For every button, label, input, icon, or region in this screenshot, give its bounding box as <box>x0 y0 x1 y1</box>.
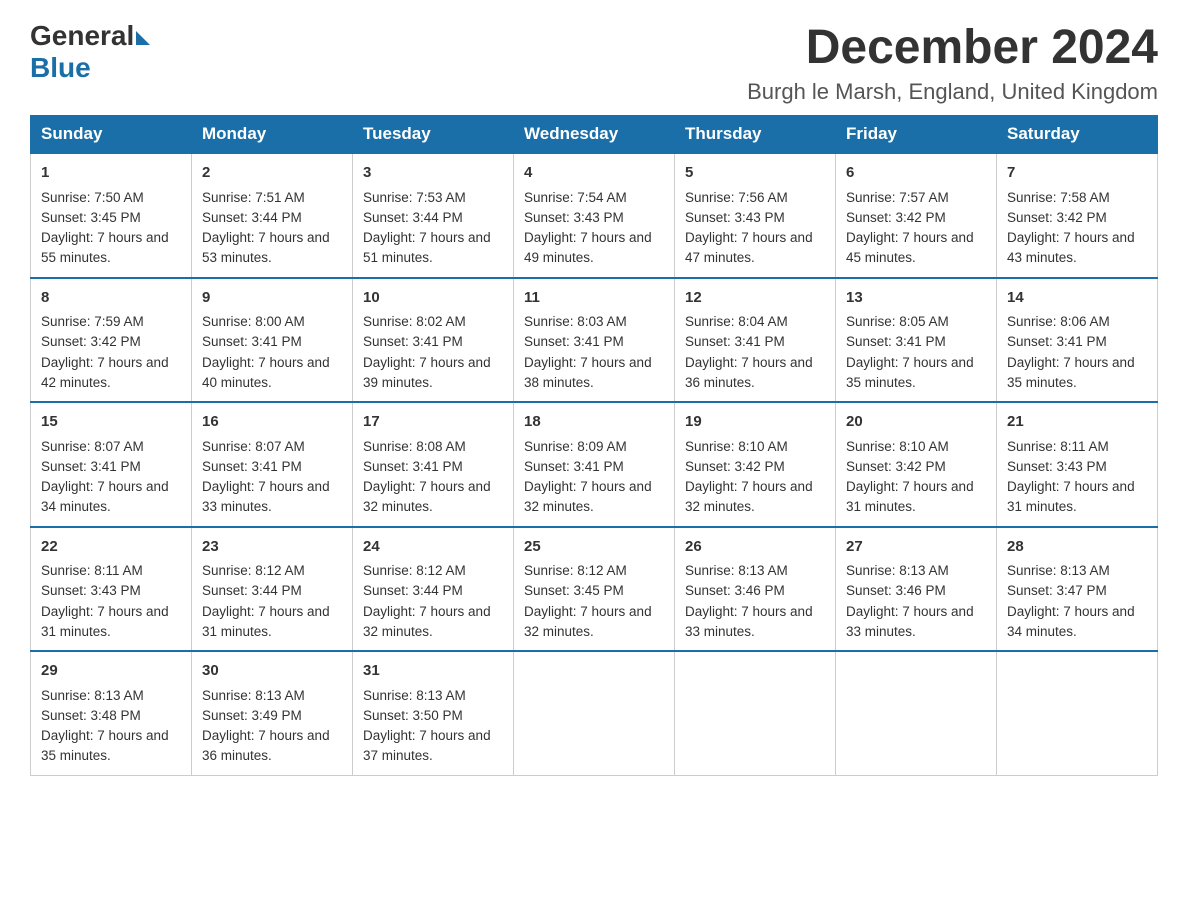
logo-general-text: General <box>30 20 134 52</box>
calendar-week-row: 1Sunrise: 7:50 AMSunset: 3:45 PMDaylight… <box>31 153 1158 278</box>
calendar-cell: 18Sunrise: 8:09 AMSunset: 3:41 PMDayligh… <box>514 402 675 527</box>
day-number: 18 <box>524 411 664 434</box>
calendar-cell: 3Sunrise: 7:53 AMSunset: 3:44 PMDaylight… <box>353 153 514 278</box>
calendar-cell <box>836 651 997 775</box>
calendar-cell: 29Sunrise: 8:13 AMSunset: 3:48 PMDayligh… <box>31 651 192 775</box>
day-number: 25 <box>524 536 664 559</box>
day-number: 24 <box>363 536 503 559</box>
day-number: 7 <box>1007 162 1147 185</box>
calendar-cell: 27Sunrise: 8:13 AMSunset: 3:46 PMDayligh… <box>836 527 997 652</box>
day-header-saturday: Saturday <box>997 116 1158 154</box>
calendar-cell: 13Sunrise: 8:05 AMSunset: 3:41 PMDayligh… <box>836 278 997 403</box>
calendar-week-row: 22Sunrise: 8:11 AMSunset: 3:43 PMDayligh… <box>31 527 1158 652</box>
day-header-wednesday: Wednesday <box>514 116 675 154</box>
day-number: 15 <box>41 411 181 434</box>
logo-arrow-icon <box>136 31 150 45</box>
day-number: 21 <box>1007 411 1147 434</box>
calendar-cell: 17Sunrise: 8:08 AMSunset: 3:41 PMDayligh… <box>353 402 514 527</box>
day-number: 8 <box>41 287 181 310</box>
calendar-cell: 14Sunrise: 8:06 AMSunset: 3:41 PMDayligh… <box>997 278 1158 403</box>
calendar-cell: 31Sunrise: 8:13 AMSunset: 3:50 PMDayligh… <box>353 651 514 775</box>
page-header: General Blue December 2024 Burgh le Mars… <box>30 20 1158 105</box>
calendar-cell: 15Sunrise: 8:07 AMSunset: 3:41 PMDayligh… <box>31 402 192 527</box>
calendar-cell: 16Sunrise: 8:07 AMSunset: 3:41 PMDayligh… <box>192 402 353 527</box>
day-number: 16 <box>202 411 342 434</box>
day-number: 27 <box>846 536 986 559</box>
day-number: 3 <box>363 162 503 185</box>
month-title: December 2024 <box>747 20 1158 75</box>
calendar-cell <box>675 651 836 775</box>
calendar-cell: 8Sunrise: 7:59 AMSunset: 3:42 PMDaylight… <box>31 278 192 403</box>
day-number: 10 <box>363 287 503 310</box>
day-number: 28 <box>1007 536 1147 559</box>
calendar-cell: 10Sunrise: 8:02 AMSunset: 3:41 PMDayligh… <box>353 278 514 403</box>
title-section: December 2024 Burgh le Marsh, England, U… <box>747 20 1158 105</box>
calendar-cell: 7Sunrise: 7:58 AMSunset: 3:42 PMDaylight… <box>997 153 1158 278</box>
calendar-cell: 28Sunrise: 8:13 AMSunset: 3:47 PMDayligh… <box>997 527 1158 652</box>
calendar-cell: 30Sunrise: 8:13 AMSunset: 3:49 PMDayligh… <box>192 651 353 775</box>
day-number: 2 <box>202 162 342 185</box>
day-number: 14 <box>1007 287 1147 310</box>
day-number: 29 <box>41 660 181 683</box>
day-number: 19 <box>685 411 825 434</box>
calendar-cell: 26Sunrise: 8:13 AMSunset: 3:46 PMDayligh… <box>675 527 836 652</box>
calendar-table: SundayMondayTuesdayWednesdayThursdayFrid… <box>30 115 1158 776</box>
location-title: Burgh le Marsh, England, United Kingdom <box>747 79 1158 105</box>
day-number: 17 <box>363 411 503 434</box>
calendar-cell: 9Sunrise: 8:00 AMSunset: 3:41 PMDaylight… <box>192 278 353 403</box>
calendar-week-row: 15Sunrise: 8:07 AMSunset: 3:41 PMDayligh… <box>31 402 1158 527</box>
day-number: 1 <box>41 162 181 185</box>
calendar-cell: 12Sunrise: 8:04 AMSunset: 3:41 PMDayligh… <box>675 278 836 403</box>
day-number: 26 <box>685 536 825 559</box>
day-number: 22 <box>41 536 181 559</box>
calendar-cell: 24Sunrise: 8:12 AMSunset: 3:44 PMDayligh… <box>353 527 514 652</box>
calendar-cell: 23Sunrise: 8:12 AMSunset: 3:44 PMDayligh… <box>192 527 353 652</box>
calendar-cell: 1Sunrise: 7:50 AMSunset: 3:45 PMDaylight… <box>31 153 192 278</box>
day-number: 11 <box>524 287 664 310</box>
calendar-cell: 19Sunrise: 8:10 AMSunset: 3:42 PMDayligh… <box>675 402 836 527</box>
day-number: 9 <box>202 287 342 310</box>
day-number: 5 <box>685 162 825 185</box>
day-header-sunday: Sunday <box>31 116 192 154</box>
day-header-thursday: Thursday <box>675 116 836 154</box>
calendar-cell <box>514 651 675 775</box>
calendar-cell: 20Sunrise: 8:10 AMSunset: 3:42 PMDayligh… <box>836 402 997 527</box>
calendar-week-row: 29Sunrise: 8:13 AMSunset: 3:48 PMDayligh… <box>31 651 1158 775</box>
day-number: 30 <box>202 660 342 683</box>
day-number: 4 <box>524 162 664 185</box>
day-number: 6 <box>846 162 986 185</box>
logo-blue-text: Blue <box>30 52 91 84</box>
calendar-week-row: 8Sunrise: 7:59 AMSunset: 3:42 PMDaylight… <box>31 278 1158 403</box>
day-header-friday: Friday <box>836 116 997 154</box>
day-number: 31 <box>363 660 503 683</box>
calendar-cell: 22Sunrise: 8:11 AMSunset: 3:43 PMDayligh… <box>31 527 192 652</box>
calendar-cell: 5Sunrise: 7:56 AMSunset: 3:43 PMDaylight… <box>675 153 836 278</box>
calendar-header-row: SundayMondayTuesdayWednesdayThursdayFrid… <box>31 116 1158 154</box>
day-number: 23 <box>202 536 342 559</box>
day-number: 20 <box>846 411 986 434</box>
day-number: 13 <box>846 287 986 310</box>
calendar-cell: 25Sunrise: 8:12 AMSunset: 3:45 PMDayligh… <box>514 527 675 652</box>
day-number: 12 <box>685 287 825 310</box>
calendar-cell: 4Sunrise: 7:54 AMSunset: 3:43 PMDaylight… <box>514 153 675 278</box>
calendar-cell: 6Sunrise: 7:57 AMSunset: 3:42 PMDaylight… <box>836 153 997 278</box>
logo: General Blue <box>30 20 150 84</box>
day-header-monday: Monday <box>192 116 353 154</box>
calendar-cell: 11Sunrise: 8:03 AMSunset: 3:41 PMDayligh… <box>514 278 675 403</box>
calendar-cell: 2Sunrise: 7:51 AMSunset: 3:44 PMDaylight… <box>192 153 353 278</box>
day-header-tuesday: Tuesday <box>353 116 514 154</box>
calendar-cell <box>997 651 1158 775</box>
calendar-cell: 21Sunrise: 8:11 AMSunset: 3:43 PMDayligh… <box>997 402 1158 527</box>
